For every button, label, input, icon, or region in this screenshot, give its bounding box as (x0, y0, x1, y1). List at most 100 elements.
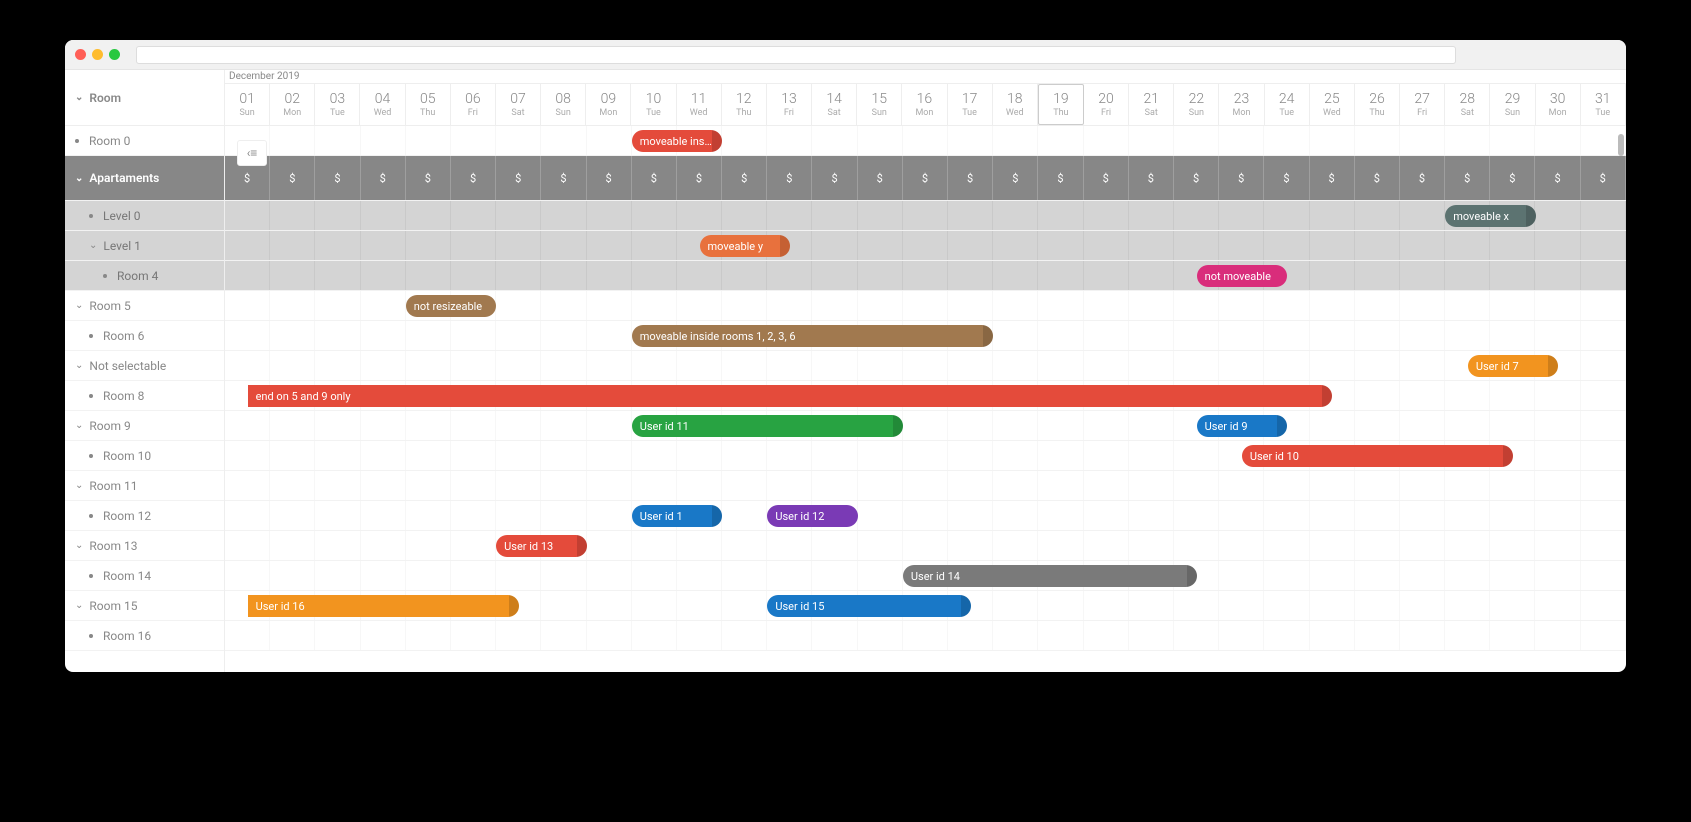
timeline-cell[interactable] (632, 291, 677, 320)
timeline-cell[interactable] (1084, 531, 1129, 560)
timeline-cell[interactable] (1264, 321, 1309, 350)
timeline-cell[interactable] (1174, 591, 1219, 620)
timeline-cell[interactable] (1400, 471, 1445, 500)
timeline-cell[interactable] (767, 441, 812, 470)
timeline-cell[interactable] (541, 231, 586, 260)
timeline-cell[interactable] (722, 531, 767, 560)
timeline-cell[interactable] (587, 126, 632, 155)
day-column[interactable]: 02Mon (270, 84, 315, 125)
timeline-cell[interactable] (993, 231, 1038, 260)
timeline-cell[interactable] (1129, 471, 1174, 500)
timeline-cell[interactable] (1535, 621, 1580, 650)
timeline-cell[interactable] (1310, 321, 1355, 350)
timeline-cell[interactable] (361, 501, 406, 530)
day-column[interactable]: 08Sun (541, 84, 586, 125)
timeline-cell[interactable] (315, 321, 360, 350)
timeline-cell[interactable] (1581, 501, 1626, 530)
timeline-cell[interactable] (948, 291, 993, 320)
timeline-cell[interactable] (1581, 351, 1626, 380)
timeline-cell[interactable] (225, 471, 270, 500)
timeline-cell[interactable] (315, 501, 360, 530)
timeline-cell[interactable] (1445, 261, 1490, 290)
timeline-cell[interactable] (1084, 231, 1129, 260)
timeline-cell[interactable] (858, 261, 903, 290)
timeline-cell[interactable] (1535, 561, 1580, 590)
timeline-cell[interactable] (361, 621, 406, 650)
close-icon[interactable] (75, 49, 86, 60)
timeline-cell[interactable] (1084, 261, 1129, 290)
timeline-cell[interactable] (1219, 231, 1264, 260)
timeline-cell[interactable] (451, 441, 496, 470)
timeline-cell[interactable] (677, 261, 722, 290)
timeline-cell[interactable] (1310, 411, 1355, 440)
timeline-cell[interactable] (632, 201, 677, 230)
timeline-cell[interactable] (767, 531, 812, 560)
timeline-cell[interactable] (225, 441, 270, 470)
timeline-cell[interactable] (903, 501, 948, 530)
timeline-cell[interactable] (1400, 531, 1445, 560)
event-bar[interactable]: User id 10 (1242, 445, 1513, 467)
timeline-cell[interactable] (541, 561, 586, 590)
timeline-cell[interactable] (1400, 501, 1445, 530)
timeline-row[interactable]: User id 16User id 15 (225, 591, 1626, 621)
timeline-cell[interactable] (858, 621, 903, 650)
timeline-cell[interactable] (451, 126, 496, 155)
day-column[interactable]: 12Thu (722, 84, 767, 125)
timeline-cell[interactable] (1219, 561, 1264, 590)
timeline-cell[interactable] (1445, 501, 1490, 530)
row-header-room8[interactable]: Room 8 (65, 381, 224, 411)
timeline-cell[interactable] (1490, 561, 1535, 590)
timeline-cell[interactable] (1445, 621, 1490, 650)
timeline-cell[interactable] (903, 471, 948, 500)
timeline-cell[interactable] (1355, 531, 1400, 560)
timeline-cell[interactable] (1219, 201, 1264, 230)
timeline-cell[interactable] (1400, 561, 1445, 590)
timeline-cell[interactable] (1129, 126, 1174, 155)
timeline-cell[interactable] (1264, 591, 1309, 620)
timeline-cell[interactable] (406, 471, 451, 500)
day-column[interactable]: 24Tue (1265, 84, 1310, 125)
timeline-cell[interactable] (1310, 291, 1355, 320)
timeline-cell[interactable] (767, 561, 812, 590)
timeline-cell[interactable] (361, 531, 406, 560)
event-bar[interactable]: not resizeable (406, 295, 496, 317)
day-column[interactable]: 30Mon (1536, 84, 1581, 125)
timeline-cell[interactable] (315, 126, 360, 155)
timeline-row[interactable]: User id 13 (225, 531, 1626, 561)
timeline-cell[interactable] (587, 321, 632, 350)
timeline-cell[interactable] (632, 261, 677, 290)
timeline-cell[interactable] (1310, 231, 1355, 260)
timeline-cell[interactable] (948, 531, 993, 560)
day-column[interactable]: 07Sat (496, 84, 541, 125)
timeline-cell[interactable] (270, 441, 315, 470)
timeline-cell[interactable] (587, 291, 632, 320)
timeline-cell[interactable] (993, 471, 1038, 500)
timeline-cell[interactable] (948, 441, 993, 470)
timeline-cell[interactable] (496, 261, 541, 290)
timeline-cell[interactable] (1129, 411, 1174, 440)
event-bar[interactable]: end on 5 and 9 only (248, 385, 1333, 407)
timeline-cell[interactable] (1310, 126, 1355, 155)
timeline-cell[interactable] (1038, 591, 1083, 620)
timeline-cell[interactable] (406, 126, 451, 155)
timeline-cell[interactable] (1490, 471, 1535, 500)
timeline-row[interactable]: $$$$$$$$$$$$$$$$$$$$$$$$$$$$$$$ (225, 156, 1626, 201)
timeline-cell[interactable] (767, 261, 812, 290)
timeline-cell[interactable] (496, 471, 541, 500)
timeline-cell[interactable] (496, 231, 541, 260)
timeline-cell[interactable] (1174, 291, 1219, 320)
day-column[interactable]: 14Sat (812, 84, 857, 125)
timeline-cell[interactable] (1490, 381, 1535, 410)
event-bar[interactable]: User id 14 (903, 565, 1197, 587)
timeline-cell[interactable] (451, 531, 496, 560)
timeline-cell[interactable] (1174, 351, 1219, 380)
day-column[interactable]: 03Tue (315, 84, 360, 125)
timeline-cell[interactable] (541, 471, 586, 500)
timeline-cell[interactable] (406, 561, 451, 590)
timeline-cell[interactable] (225, 351, 270, 380)
timeline-cell[interactable] (1535, 501, 1580, 530)
timeline-cell[interactable] (1264, 531, 1309, 560)
timeline-cell[interactable] (270, 201, 315, 230)
timeline-cell[interactable] (315, 351, 360, 380)
timeline-cell[interactable] (361, 126, 406, 155)
